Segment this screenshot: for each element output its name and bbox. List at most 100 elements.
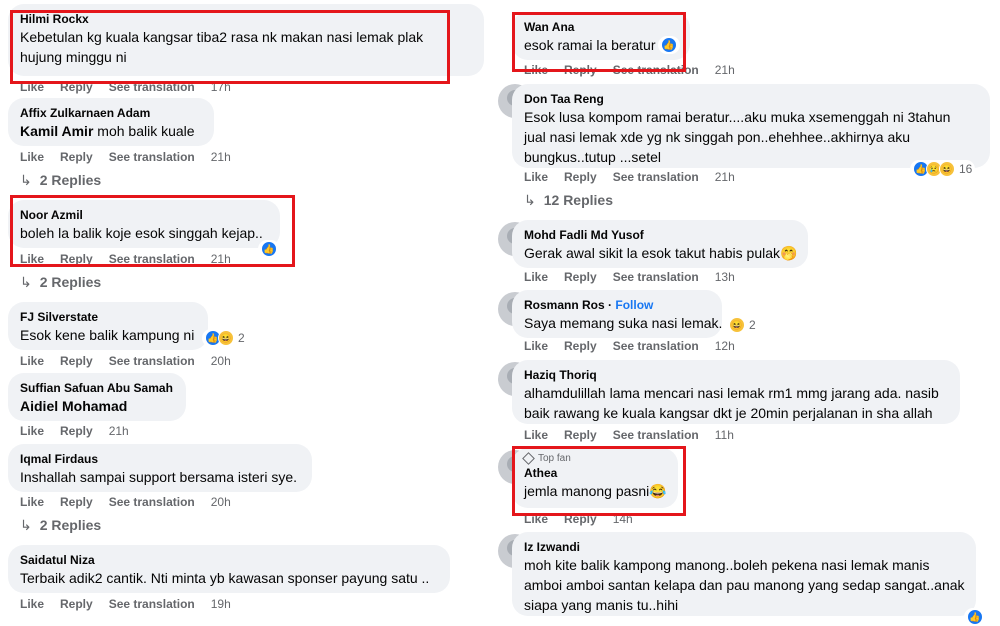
comment-bubble: Iqmal Firdaus Inshallah sampai support b… bbox=[8, 444, 312, 492]
comment-bubble: Haziq Thoriq alhamdulillah lama mencari … bbox=[512, 360, 960, 424]
commenter-name[interactable]: Affix Zulkarnaen Adam bbox=[20, 105, 202, 121]
comment-bubble: Don Taa Reng Esok lusa kompom ramai bera… bbox=[512, 84, 990, 168]
comment-actions: Like Reply See translation 11h bbox=[524, 428, 750, 442]
reply-button[interactable]: Reply bbox=[564, 270, 597, 284]
like-button[interactable]: Like bbox=[524, 270, 548, 284]
comment-bubble: Suffian Safuan Abu Samah Aidiel Mohamad bbox=[8, 373, 186, 421]
haha-reaction-icon: 😆 bbox=[729, 317, 745, 333]
reply-button[interactable]: Reply bbox=[60, 597, 93, 611]
like-button[interactable]: Like bbox=[20, 354, 44, 368]
like-button[interactable]: Like bbox=[524, 170, 548, 184]
comment-text: Aidiel Mohamad bbox=[20, 396, 174, 416]
reply-arrow-icon: ↳ bbox=[524, 192, 536, 208]
commenter-name[interactable]: Suffian Safuan Abu Samah bbox=[20, 380, 174, 396]
commenter-name[interactable]: FJ Silverstate bbox=[20, 309, 196, 325]
comment-bubble: Rosmann Ros · Follow Saya memang suka na… bbox=[512, 290, 722, 338]
see-translation-link[interactable]: See translation bbox=[109, 597, 195, 611]
tagged-user[interactable]: Aidiel Mohamad bbox=[20, 398, 127, 414]
comment-time[interactable]: 12h bbox=[715, 339, 735, 353]
column-divider bbox=[492, 0, 498, 623]
see-translation-link[interactable]: See translation bbox=[613, 170, 699, 184]
see-translation-link[interactable]: See translation bbox=[109, 495, 195, 509]
reaction-count: 16 bbox=[959, 162, 973, 176]
tagged-user[interactable]: Kamil Amir bbox=[20, 123, 93, 139]
see-translation-link[interactable]: See translation bbox=[109, 354, 195, 368]
comment-time[interactable]: 21h bbox=[715, 170, 735, 184]
emoji-icon: 🤭 bbox=[780, 245, 798, 261]
like-button[interactable]: Like bbox=[20, 597, 44, 611]
like-button[interactable]: Like bbox=[20, 150, 44, 164]
comment-actions: Like Reply 21h bbox=[20, 424, 145, 438]
haha-reaction-icon: 😆 bbox=[939, 161, 955, 177]
comment-bubble: FJ Silverstate Esok kene balik kampung n… bbox=[8, 302, 208, 350]
reaction-summary[interactable]: 👍 😢 😆 16 bbox=[910, 160, 976, 178]
like-button[interactable]: Like bbox=[524, 428, 548, 442]
comment-actions: Like Reply See translation 13h bbox=[524, 270, 751, 284]
comment-time[interactable]: 20h bbox=[211, 495, 231, 509]
comment-bubble: Affix Zulkarnaen Adam Kamil Amir moh bal… bbox=[8, 98, 214, 146]
see-translation-link[interactable]: See translation bbox=[109, 150, 195, 164]
commenter-name[interactable]: Don Taa Reng bbox=[524, 91, 978, 107]
reply-arrow-icon: ↳ bbox=[20, 517, 32, 533]
comment-text: bungkus..tutup ...setel bbox=[524, 149, 661, 165]
view-replies-link[interactable]: ↳ 2 Replies bbox=[20, 517, 101, 534]
reply-button[interactable]: Reply bbox=[60, 150, 93, 164]
comment-time[interactable]: 11h bbox=[715, 428, 734, 442]
reply-button[interactable]: Reply bbox=[60, 495, 93, 509]
comment-text: baik rawang ke kuala kangsar dkt je 20mi… bbox=[524, 405, 933, 421]
comment-text: Esok kene balik kampung ni bbox=[20, 327, 195, 343]
view-replies-link[interactable]: ↳ 2 Replies bbox=[20, 274, 101, 291]
comment-text: Inshallah sampai support bersama isteri … bbox=[20, 469, 298, 485]
reply-arrow-icon: ↳ bbox=[20, 274, 32, 290]
reply-button[interactable]: Reply bbox=[564, 170, 597, 184]
comment-actions: Like Reply See translation 19h bbox=[20, 597, 247, 611]
comment-actions: Like Reply See translation 21h bbox=[20, 150, 247, 164]
like-button[interactable]: Like bbox=[20, 495, 44, 509]
commenter-name[interactable]: Mohd Fadli Md Yusof bbox=[524, 227, 796, 243]
comment-text: Kamil Amir moh balik kuale bbox=[20, 123, 195, 139]
commenter-name: Rosmann Ros · Follow bbox=[524, 298, 654, 312]
comment-text: amboi amboi santan kelapa dan pau manong… bbox=[524, 577, 965, 593]
comment-text: Gerak awal sikit la esok takut habis pul… bbox=[524, 245, 798, 261]
comment-text: moh kite balik kampong manong..boleh pek… bbox=[524, 557, 930, 573]
comment-time[interactable]: 13h bbox=[715, 270, 735, 284]
commenter-name[interactable]: Haziq Thoriq bbox=[524, 367, 948, 383]
comment-text: Terbaik adik2 cantik. Nti minta yb kawas… bbox=[20, 570, 430, 586]
comment-actions: Like Reply See translation 20h bbox=[20, 495, 247, 509]
see-translation-link[interactable]: See translation bbox=[613, 270, 699, 284]
reply-button[interactable]: Reply bbox=[564, 428, 597, 442]
view-replies-link[interactable]: ↳ 12 Replies bbox=[524, 192, 613, 209]
comment-text: Esok lusa kompom ramai beratur....aku mu… bbox=[524, 109, 951, 125]
reply-button[interactable]: Reply bbox=[564, 339, 597, 353]
reaction-summary[interactable]: 👍 bbox=[964, 608, 986, 626]
comment-time[interactable]: 21h bbox=[211, 150, 231, 164]
reaction-count: 2 bbox=[238, 331, 245, 345]
comment-time[interactable]: 21h bbox=[109, 424, 129, 438]
reaction-count: 2 bbox=[749, 318, 756, 332]
like-button[interactable]: Like bbox=[524, 339, 548, 353]
reply-button[interactable]: Reply bbox=[60, 424, 93, 438]
view-replies-link[interactable]: ↳ 2 Replies bbox=[20, 172, 101, 189]
commenter-name[interactable]: Saidatul Niza bbox=[20, 552, 438, 568]
see-translation-link[interactable]: See translation bbox=[613, 428, 699, 442]
comment-text: Saya memang suka nasi lemak. bbox=[524, 315, 723, 331]
comment-bubble: Iz Izwandi moh kite balik kampong manong… bbox=[512, 532, 976, 616]
comment-time[interactable]: 19h bbox=[211, 597, 231, 611]
reaction-summary[interactable]: 😆 2 bbox=[726, 316, 759, 334]
comment-text: siapa yang manis tu..hihi bbox=[524, 597, 679, 613]
commenter-name[interactable]: Iqmal Firdaus bbox=[20, 451, 300, 467]
comment-actions: Like Reply See translation 12h bbox=[524, 339, 751, 353]
comment-time[interactable]: 21h bbox=[715, 63, 735, 77]
reaction-summary[interactable]: 👍 😆 2 bbox=[202, 329, 248, 347]
reply-button[interactable]: Reply bbox=[60, 354, 93, 368]
like-button[interactable]: Like bbox=[20, 424, 44, 438]
highlight-box bbox=[512, 446, 686, 516]
highlight-box bbox=[10, 195, 295, 267]
follow-button[interactable]: Follow bbox=[615, 298, 653, 312]
see-translation-link[interactable]: See translation bbox=[613, 339, 699, 353]
comment-text: alhamdulillah lama mencari nasi lemak rm… bbox=[524, 385, 939, 401]
commenter-name[interactable]: Iz Izwandi bbox=[524, 539, 964, 555]
highlight-box bbox=[10, 10, 450, 84]
comment-bubble: Mohd Fadli Md Yusof Gerak awal sikit la … bbox=[512, 220, 808, 268]
comment-time[interactable]: 20h bbox=[211, 354, 231, 368]
